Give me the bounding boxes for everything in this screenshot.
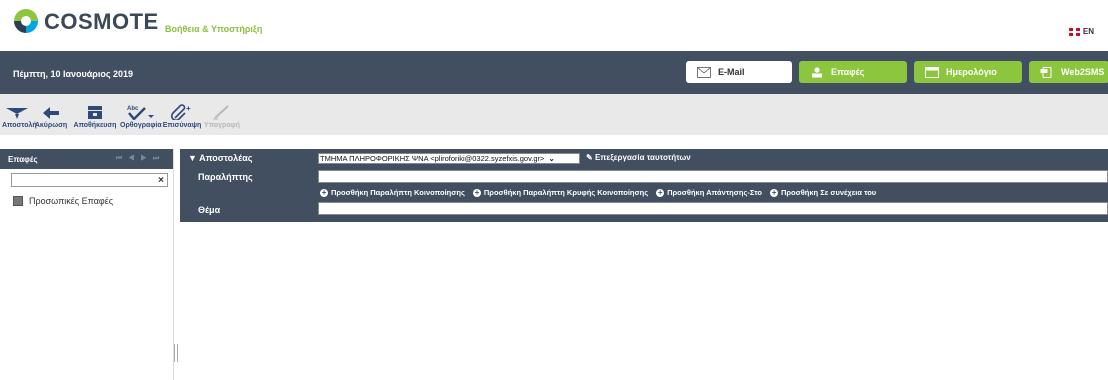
compose-header: ▼ Αποστολέας ΤΜΗΜΑ ΠΛΗΡΟΦΟΡΙΚΗΣ ΨΝΑ <pli… <box>180 149 1108 222</box>
spelling-label: Ορθογραφία <box>120 122 162 129</box>
clear-search-icon[interactable]: × <box>158 175 164 186</box>
signature-button[interactable]: Υπογραφή <box>204 104 240 129</box>
pen-icon <box>213 105 229 120</box>
paperclip-icon: + <box>171 104 191 120</box>
send-label: Αποστολή <box>2 122 37 129</box>
subject-label: Θέμα <box>198 205 221 215</box>
send-button[interactable]: Αποστολή <box>2 104 37 129</box>
plus-icon: + <box>320 187 328 197</box>
spellcheck-icon: Abc <box>127 106 154 120</box>
list-item-personal-contacts[interactable]: Προσωπικές Επαφές <box>13 196 113 206</box>
signature-label: Υπογραφή <box>204 122 240 129</box>
tab-calendar[interactable]: Ημερολόγιο <box>914 61 1022 83</box>
add-reply-to-link[interactable]: + Προσθήκη Απάντησης-Στο <box>656 188 762 197</box>
pager-icons[interactable]: ⏮◀▶⏭ <box>116 155 165 163</box>
add-recipient-links: + Προσθήκη Παραλήπτη Κοινοποίησης + Προσθή… <box>320 188 876 197</box>
from-value: ΤΜΗΜΑ ΠΛΗΡΟΦΟΡΙΚΗΣ ΨΝΑ <pliroforiki@0322… <box>320 154 545 163</box>
cancel-button[interactable]: Ακύρωση <box>34 104 68 129</box>
add-followup-link[interactable]: + Προσθήκη Σε συνέχεια του <box>769 187 876 197</box>
plus-icon: + <box>472 187 481 197</box>
edit-identities-link[interactable]: ✎ Επεξεργασία ταυτοτήτων <box>586 153 691 162</box>
add-bcc-link[interactable]: + Προσθήκη Παραλήπτη Κρυφής Κοινοποίησης <box>472 187 648 197</box>
envelope-icon <box>697 66 711 78</box>
edit-identities-label: Επεξεργασία ταυτοτήτων <box>594 153 691 162</box>
compose-toolbar: Αποστολή Ακύρωση Αποθήκευση Abc Ορθογραφ… <box>0 94 1108 135</box>
resize-grip[interactable] <box>174 344 178 362</box>
brand-name[interactable]: COSMOTE <box>44 9 159 35</box>
back-arrow-icon <box>43 107 59 119</box>
tab-contacts-label: Επαφές <box>831 67 865 77</box>
svg-text:+: + <box>186 104 191 113</box>
tab-web2sms-label: Web2SMS <box>1061 67 1105 77</box>
top-header: COSMOTE Βοήθεια & Υποστήριξη EN <box>0 0 1108 50</box>
cancel-label: Ακύρωση <box>34 122 68 129</box>
language-label: EN <box>1082 27 1094 36</box>
cosmote-logo-icon[interactable] <box>14 9 38 33</box>
svg-text:Abc: Abc <box>127 106 139 112</box>
spelling-button[interactable]: Abc Ορθογραφία <box>120 104 162 129</box>
uk-flag-icon <box>1068 27 1080 36</box>
to-field[interactable] <box>318 170 1108 183</box>
tab-calendar-label: Ημερολόγιο <box>946 67 997 77</box>
sms-icon <box>1040 66 1052 78</box>
contacts-panel-title: Επαφές <box>8 155 38 164</box>
tab-email-label: E-Mail <box>718 67 745 77</box>
addressbook-icon <box>13 196 23 206</box>
calendar-icon <box>925 66 939 78</box>
from-label: ▼ Αποστολέας <box>188 153 253 163</box>
send-icon <box>6 108 28 119</box>
save-icon <box>88 106 102 119</box>
tab-web2sms[interactable]: Web2SMS <box>1029 61 1108 83</box>
save-label: Αποθήκευση <box>73 122 117 129</box>
pencil-icon: ✎ <box>586 153 593 162</box>
list-item-label: Προσωπικές Επαφές <box>29 196 114 206</box>
contacts-search-input[interactable]: × <box>11 173 168 187</box>
from-select[interactable]: ΤΜΗΜΑ ΠΛΗΡΟΦΟΡΙΚΗΣ ΨΝΑ <pliroforiki@0322… <box>318 153 580 164</box>
attach-button[interactable]: + Επισύναψη <box>162 104 202 129</box>
current-date: Πέμπτη, 10 Ιανουάριος 2019 <box>13 69 134 79</box>
save-button[interactable]: Αποθήκευση <box>72 104 118 129</box>
contacts-panel-header: Επαφές ⏮◀▶⏭ <box>0 149 173 169</box>
language-switch[interactable]: EN <box>1068 27 1094 36</box>
add-cc-link[interactable]: + Προσθήκη Παραλήπτη Κοινοποίησης <box>320 188 465 197</box>
subject-field[interactable] <box>318 202 1108 215</box>
plus-icon: + <box>656 187 665 197</box>
chevron-down-icon: ⌄ <box>548 154 555 163</box>
attach-label: Επισύναψη <box>162 122 202 129</box>
tab-email[interactable]: E-Mail <box>686 61 792 83</box>
person-icon <box>812 66 822 77</box>
help-support-link[interactable]: Βοήθεια & Υποστήριξη <box>165 24 262 34</box>
tab-contacts[interactable]: Επαφές <box>799 61 907 83</box>
to-label: Παραλήπτης <box>198 172 253 182</box>
plus-icon: + <box>769 187 778 197</box>
